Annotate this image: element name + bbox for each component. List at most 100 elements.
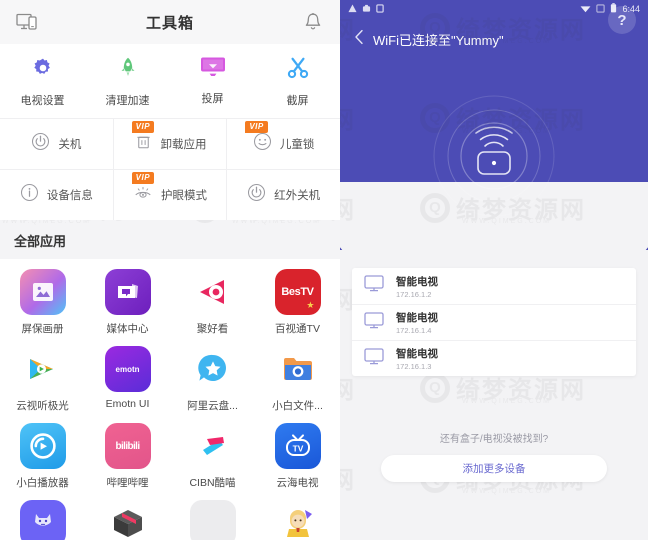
- app-item-13[interactable]: [0, 500, 85, 540]
- tool-item-6[interactable]: 红外关机: [226, 170, 340, 220]
- gear-icon: [31, 56, 55, 85]
- chevron-left-icon[interactable]: [354, 29, 365, 50]
- app-label: 媒体中心: [106, 323, 149, 335]
- vip-badge: VIP: [131, 172, 155, 184]
- app-item-14[interactable]: [85, 500, 170, 540]
- smiley-icon: [253, 132, 272, 156]
- app-label: 阿里云盘...: [187, 400, 238, 412]
- svg-text:TV: TV: [292, 443, 303, 453]
- app-row: 屏保画册 媒体中心 聚好看 BesTV ★ 百视通TV: [0, 265, 340, 342]
- app-item-6[interactable]: emotn Emotn UI: [85, 346, 170, 413]
- quick-tool-label: 电视设置: [20, 95, 65, 107]
- nav-bar: WiFi已连接至"Yummy": [340, 18, 648, 60]
- nav-title: WiFi已连接至"Yummy": [373, 32, 504, 48]
- quick-tool-2[interactable]: 清理加速: [85, 56, 170, 108]
- tv-monitor-icon: [364, 275, 384, 297]
- photo-album-icon: [19, 269, 66, 315]
- device-row[interactable]: 智能电视 172.16.1.3: [352, 340, 636, 376]
- app-label: 屏保画册: [21, 323, 64, 335]
- app-item-5[interactable]: 云视听极光: [0, 346, 85, 413]
- trash-icon: [134, 132, 153, 156]
- box-icon: [104, 500, 151, 540]
- character-icon: [274, 500, 321, 540]
- screen-root: 工具箱 电视设置 清理加速 投屏 截屏 关机 VIP 卸载应用 VIP 儿童锁 设备信息 VIP 护…: [0, 0, 648, 540]
- app-item-10[interactable]: bilibili 哔哩哔哩: [85, 423, 170, 490]
- xiaobai-player-icon: [19, 423, 66, 469]
- app-label: 小白播放器: [16, 477, 69, 489]
- tool-item-4[interactable]: 设备信息: [0, 170, 113, 220]
- vip-badge: VIP: [131, 121, 155, 133]
- not-found-hint: 还有盒子/电视没被找到?: [439, 434, 549, 445]
- tv-monitor-icon: [364, 311, 384, 334]
- app-label: 云视听极光: [16, 400, 69, 412]
- app-label: Emotn UI: [105, 398, 150, 410]
- app-item-8[interactable]: 小白文件...: [255, 346, 340, 413]
- device-discovery-panel: 6:44 WiFi已连接至"Yummy" ? 智能电视 172.16.1.2 智…: [340, 0, 648, 540]
- app-label: 云海电视: [276, 477, 319, 489]
- cast-screen-icon[interactable]: [14, 9, 40, 35]
- app-item-16[interactable]: [255, 500, 340, 540]
- yunhai-tv-icon: TV: [274, 423, 321, 469]
- device-row[interactable]: 智能电视 172.16.1.4: [352, 304, 636, 340]
- emotn-icon: emotn: [104, 346, 151, 392]
- cibn-icon: [189, 423, 236, 469]
- device-info: 智能电视 172.16.1.2: [396, 274, 438, 299]
- tool-item-2[interactable]: VIP 卸载应用: [112, 119, 227, 169]
- device-ip: 172.16.1.4: [396, 326, 432, 335]
- app-item-7[interactable]: 阿里云盘...: [170, 346, 255, 413]
- device-ip: 172.16.1.3: [396, 362, 432, 371]
- app-label: 聚好看: [196, 323, 229, 335]
- app-item-2[interactable]: 媒体中心: [85, 269, 170, 336]
- add-more-devices-button[interactable]: 添加更多设备: [381, 455, 607, 482]
- app-item-15[interactable]: [170, 500, 255, 540]
- help-button[interactable]: ?: [608, 6, 636, 34]
- tool-grid: 关机 VIP 卸载应用 VIP 儿童锁 设备信息 VIP 护眼模式 红外关机: [0, 118, 340, 220]
- app-label: CIBN酷喵: [189, 477, 236, 489]
- warning-icon: [348, 3, 357, 15]
- sim-icon: [596, 3, 606, 15]
- app-label: 小白文件...: [272, 400, 323, 412]
- cat-icon: [19, 500, 66, 540]
- footer-section: 还有盒子/电视没被找到? 添加更多设备: [340, 430, 648, 482]
- info-icon: [20, 183, 39, 207]
- device-list: 智能电视 172.16.1.2 智能电视 172.16.1.4 智能电视 172…: [352, 268, 636, 376]
- tool-item-1[interactable]: 关机: [0, 119, 113, 169]
- tool-item-label: 护眼模式: [161, 190, 207, 202]
- app-item-3[interactable]: 聚好看: [170, 269, 255, 336]
- device-info: 智能电视 172.16.1.4: [396, 310, 438, 335]
- device-row[interactable]: 智能电视 172.16.1.2: [352, 268, 636, 304]
- power-icon: [31, 132, 50, 156]
- app-item-11[interactable]: CIBN酷喵: [170, 423, 255, 490]
- status-bar: 6:44: [340, 0, 648, 18]
- quick-tool-1[interactable]: 电视设置: [0, 56, 85, 108]
- app-label: 百视通TV: [275, 323, 320, 335]
- tool-item-5[interactable]: VIP 护眼模式: [112, 170, 227, 220]
- app-icon: [376, 3, 384, 15]
- device-info: 智能电视 172.16.1.3: [396, 346, 438, 371]
- aliyunpan-icon: [189, 346, 236, 392]
- device-ip: 172.16.1.2: [396, 289, 432, 299]
- tool-item-label: 设备信息: [46, 190, 93, 202]
- juhaokan-icon: [189, 269, 236, 315]
- tool-item-label: 儿童锁: [279, 139, 315, 151]
- tool-grid-row: 设备信息 VIP 护眼模式 红外关机: [0, 169, 340, 220]
- monitor-cast-icon: [200, 56, 226, 83]
- tool-item-3[interactable]: VIP 儿童锁: [226, 119, 340, 169]
- app-item-9[interactable]: 小白播放器: [0, 423, 85, 490]
- app-item-12[interactable]: TV 云海电视: [255, 423, 340, 490]
- xiaobai-file-icon: [274, 346, 321, 392]
- tv-monitor-icon: [364, 347, 384, 370]
- app-item-1[interactable]: 屏保画册: [0, 269, 85, 336]
- device-name: 智能电视: [396, 348, 438, 360]
- scissors-icon: [286, 56, 310, 85]
- download-icon: [362, 4, 371, 15]
- quick-tool-3[interactable]: 投屏: [170, 56, 255, 108]
- app-item-4[interactable]: BesTV ★ 百视通TV: [255, 269, 340, 336]
- quick-tool-4[interactable]: 截屏: [255, 56, 340, 108]
- tool-item-label: 关机: [58, 139, 82, 151]
- power-icon: [247, 183, 266, 207]
- device-name: 智能电视: [396, 275, 438, 288]
- bell-icon[interactable]: [300, 9, 326, 35]
- eye-icon: [133, 183, 153, 207]
- app-row: 云视听极光 emotn Emotn UI 阿里云盘... 小白文件...: [0, 342, 340, 419]
